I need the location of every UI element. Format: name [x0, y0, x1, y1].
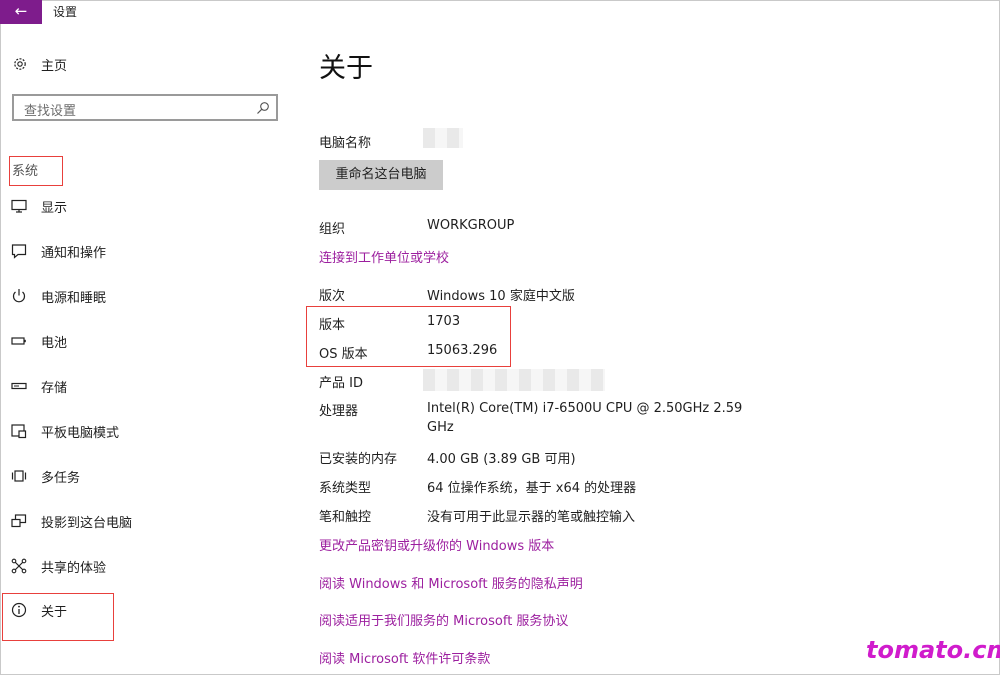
- search-icon: [257, 102, 269, 114]
- services-agreement-link[interactable]: 阅读适用于我们服务的 Microsoft 服务协议: [319, 610, 568, 629]
- sidebar-item-label: 存储: [41, 380, 68, 396]
- edition-value: Windows 10 家庭中文版: [427, 289, 575, 304]
- sidebar-item-label: 多任务: [41, 470, 81, 486]
- sidebar-item-notifications[interactable]: 通知和操作: [10, 239, 106, 263]
- product-id-label: 产品 ID: [319, 376, 363, 391]
- sidebar-item-label: 电池: [41, 335, 68, 351]
- nav-home[interactable]: 主页: [12, 53, 67, 75]
- notification-icon: [11, 244, 27, 259]
- monitor-icon: [11, 199, 27, 213]
- multitask-icon: [11, 470, 27, 482]
- system-type-value: 64 位操作系统，基于 x64 的处理器: [427, 481, 637, 496]
- sidebar-item-multitasking[interactable]: 多任务: [10, 464, 80, 488]
- ram-label: 已安装的内存: [319, 452, 398, 467]
- share-icon: [11, 558, 27, 574]
- search-placeholder: 查找设置: [24, 104, 77, 119]
- page-title: 关于: [319, 53, 373, 84]
- battery-icon: [11, 337, 26, 345]
- storage-icon: [11, 382, 27, 390]
- org-value: WORKGROUP: [427, 218, 515, 233]
- privacy-statement-link[interactable]: 阅读 Windows 和 Microsoft 服务的隐私声明: [319, 573, 583, 592]
- highlight-box-version: [306, 306, 511, 367]
- sidebar-item-project[interactable]: 投影到这台电脑: [10, 509, 132, 533]
- tablet-icon: [11, 424, 27, 439]
- project-icon: [11, 514, 27, 528]
- window-title: 设置: [53, 5, 78, 19]
- sidebar-item-shared-experiences[interactable]: 共享的体验: [10, 554, 106, 578]
- power-icon: [12, 289, 26, 303]
- sidebar-item-storage[interactable]: 存储: [10, 374, 67, 398]
- processor-value-line2: GHz: [427, 420, 454, 435]
- sidebar-item-label: 显示: [41, 200, 68, 216]
- sidebar-item-power[interactable]: 电源和睡眠: [10, 284, 106, 308]
- back-arrow-icon: ←: [14, 2, 28, 20]
- watermark: tomato.cm: [866, 636, 1000, 664]
- pc-name-label: 电脑名称: [319, 136, 372, 151]
- sidebar-item-display[interactable]: 显示: [10, 194, 67, 218]
- processor-value-line1: Intel(R) Core(TM) i7-6500U CPU @ 2.50GHz…: [427, 401, 743, 416]
- sidebar-item-label: 投影到这台电脑: [41, 515, 133, 531]
- sidebar-item-battery[interactable]: 电池: [10, 329, 67, 353]
- search-input[interactable]: 查找设置: [12, 94, 278, 121]
- back-button[interactable]: ←: [0, 0, 42, 24]
- nav-home-label: 主页: [41, 58, 68, 74]
- highlight-box-about: [2, 593, 114, 641]
- pen-touch-value: 没有可用于此显示器的笔或触控输入: [427, 510, 636, 525]
- sidebar-item-label: 电源和睡眠: [41, 290, 107, 306]
- sidebar-item-tablet-mode[interactable]: 平板电脑模式: [10, 419, 119, 443]
- system-type-label: 系统类型: [319, 481, 372, 496]
- highlight-box-system: [9, 156, 63, 186]
- rename-pc-button[interactable]: 重命名这台电脑: [319, 160, 443, 190]
- processor-label: 处理器: [319, 404, 359, 419]
- edition-label: 版次: [319, 289, 346, 304]
- license-terms-link[interactable]: 阅读 Microsoft 软件许可条款: [319, 648, 490, 667]
- sidebar-item-label: 平板电脑模式: [41, 425, 120, 441]
- sidebar-item-label: 通知和操作: [41, 245, 107, 261]
- pc-name-redacted: [423, 128, 463, 148]
- pen-touch-label: 笔和触控: [319, 510, 372, 525]
- org-label: 组织: [319, 222, 346, 237]
- gear-icon: [14, 58, 26, 70]
- change-product-key-link[interactable]: 更改产品密钥或升级你的 Windows 版本: [319, 535, 554, 554]
- join-work-school-link[interactable]: 连接到工作单位或学校: [319, 247, 449, 266]
- product-id-redacted: [423, 369, 605, 391]
- sidebar-item-label: 共享的体验: [41, 560, 107, 576]
- title-bar: ← 设置: [0, 0, 1000, 24]
- ram-value: 4.00 GB (3.89 GB 可用): [427, 452, 576, 467]
